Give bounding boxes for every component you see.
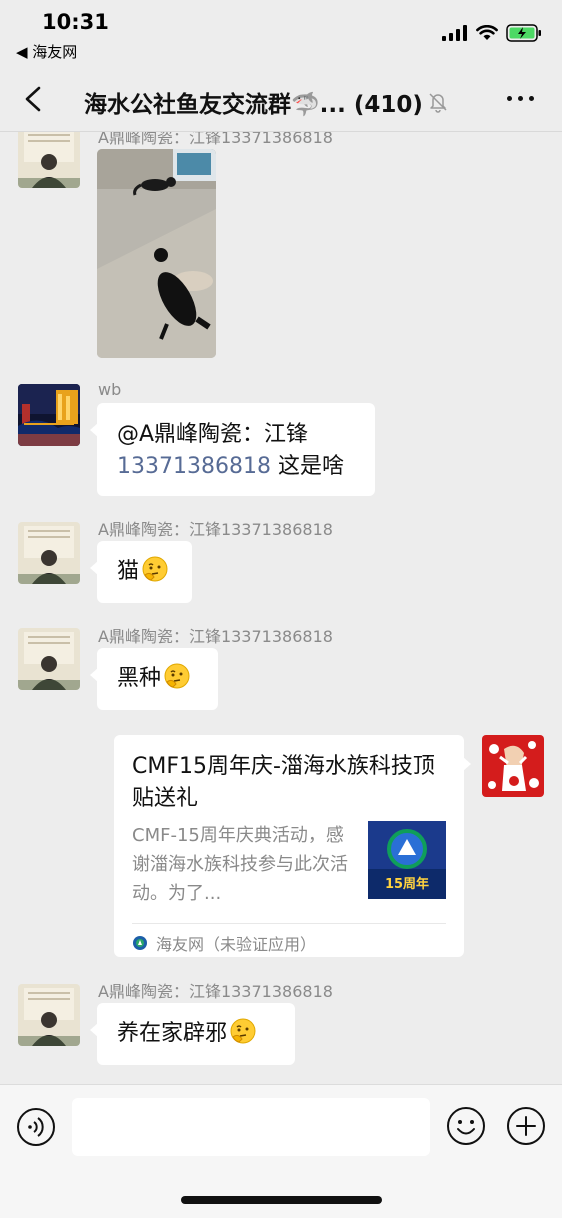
- home-indicator: [181, 1196, 382, 1204]
- thumb-text: 15周年: [385, 876, 429, 892]
- app-logo-icon: [133, 936, 147, 950]
- wifi-icon: [476, 25, 498, 40]
- avatar[interactable]: [18, 132, 80, 188]
- sender-name: A鼎峰陶瓷：江锋13371386818: [98, 132, 333, 147]
- back-to-app-link[interactable]: ◀ 海友网: [16, 41, 77, 62]
- thinking-emoji-icon: [230, 1018, 256, 1044]
- sender-name: A鼎峰陶瓷：江锋13371386818: [98, 627, 333, 646]
- phone-link[interactable]: 13371386818: [117, 454, 271, 479]
- signal-icon: [442, 25, 467, 41]
- sender-name: A鼎峰陶瓷：江锋13371386818: [98, 982, 333, 1001]
- chat-title-text: 海水公社鱼友交流群🦈... (410): [84, 92, 423, 118]
- thinking-emoji-icon: [142, 556, 168, 582]
- link-card-source: 海友网（未验证应用）: [132, 931, 316, 955]
- sender-name: A鼎峰陶瓷：江锋13371386818: [98, 520, 333, 539]
- back-arrow-icon[interactable]: [20, 84, 48, 114]
- avatar[interactable]: [18, 522, 80, 584]
- chat-header: 海水公社鱼友交流群🦈... (410): [0, 66, 562, 132]
- message-text: 黑种: [117, 666, 162, 691]
- avatar[interactable]: [18, 984, 80, 1046]
- mention-text: @A鼎峰陶瓷：江锋: [117, 422, 309, 447]
- divider: [132, 923, 446, 924]
- link-card-description: CMF-15周年庆典活动，感谢湽海水族科技参与此次活动。为了...: [132, 825, 348, 904]
- link-card-source-text: 海友网（未验证应用）: [156, 935, 317, 954]
- message-bubble[interactable]: @A鼎峰陶瓷：江锋 13371386818 这是啥: [90, 403, 375, 496]
- message-text: 养在家辟邪: [117, 1021, 228, 1046]
- chat-message-list[interactable]: A鼎峰陶瓷：江锋13371386818 wb @A鼎峰陶瓷：江锋 1337138…: [0, 132, 562, 1084]
- message-text: 猫: [117, 559, 140, 584]
- cat-photo[interactable]: [97, 149, 216, 358]
- link-card[interactable]: CMF15周年庆-湽海水族科技顶贴送礼 CMF-15周年庆典活动，感谢湽海水族科…: [114, 735, 471, 957]
- mute-bell-icon: [429, 93, 447, 113]
- message-input[interactable]: [72, 1098, 430, 1156]
- avatar[interactable]: [18, 628, 80, 690]
- more-options-icon[interactable]: [507, 96, 534, 101]
- status-bar: 10:31 ◀ 海友网: [0, 0, 562, 66]
- link-card-title: CMF15周年庆-湽海水族科技顶贴送礼: [132, 754, 435, 811]
- emoji-picker-icon[interactable]: [446, 1106, 486, 1146]
- my-avatar[interactable]: [482, 735, 544, 797]
- sender-name: wb: [98, 380, 122, 399]
- chat-title[interactable]: 海水公社鱼友交流群🦈... (410): [84, 85, 449, 119]
- message-text: 这是啥: [270, 454, 344, 479]
- status-time: 10:31: [42, 10, 109, 34]
- link-card-thumbnail: 15周年: [368, 821, 446, 899]
- message-bubble[interactable]: 黑种: [90, 648, 218, 710]
- message-bubble[interactable]: 猫: [90, 541, 192, 603]
- avatar[interactable]: [18, 384, 80, 446]
- voice-input-icon[interactable]: [16, 1107, 56, 1147]
- message-bubble[interactable]: 养在家辟邪: [90, 1003, 295, 1065]
- thinking-emoji-icon: [164, 663, 190, 689]
- battery-charging-icon: [506, 24, 541, 42]
- status-icons: [442, 24, 542, 42]
- more-functions-plus-icon[interactable]: [506, 1106, 546, 1146]
